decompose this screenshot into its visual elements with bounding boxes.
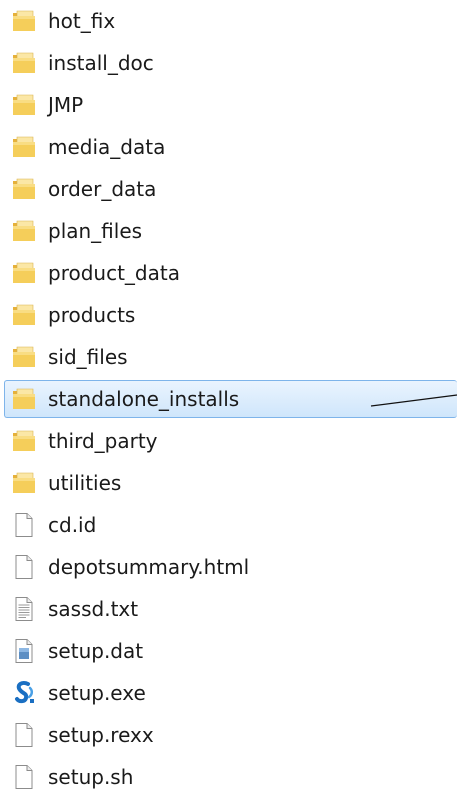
file-list-item[interactable]: sassd.txt bbox=[4, 590, 457, 628]
file-name: third_party bbox=[48, 429, 158, 453]
folder-icon bbox=[11, 218, 37, 244]
data-file-icon bbox=[11, 638, 37, 664]
text-file-icon bbox=[11, 596, 37, 622]
folder-icon bbox=[11, 176, 37, 202]
file-name: install_doc bbox=[48, 51, 154, 75]
file-name: sid_files bbox=[48, 345, 128, 369]
file-name: setup.rexx bbox=[48, 723, 154, 747]
file-list-item[interactable]: hot_fix bbox=[4, 2, 457, 40]
file-list-item[interactable]: install_doc bbox=[4, 44, 457, 82]
file-list-item[interactable]: cd.id bbox=[4, 506, 457, 544]
folder-icon bbox=[11, 470, 37, 496]
file-name: sassd.txt bbox=[48, 597, 139, 621]
file-name: cd.id bbox=[48, 513, 97, 537]
file-list-item[interactable]: utilities bbox=[4, 464, 457, 502]
file-name: utilities bbox=[48, 471, 122, 495]
file-name: products bbox=[48, 303, 136, 327]
file-list-item[interactable]: products bbox=[4, 296, 457, 334]
file-name: JMP bbox=[48, 93, 84, 117]
file-list: hot_fix install_doc JMP media_data order… bbox=[0, 0, 457, 798]
file-name: standalone_installs bbox=[48, 387, 240, 411]
file-list-item[interactable]: setup.sh bbox=[4, 758, 457, 796]
folder-icon bbox=[11, 428, 37, 454]
folder-icon bbox=[11, 260, 37, 286]
file-name: depotsummary.html bbox=[48, 555, 250, 579]
file-list-item[interactable]: setup.rexx bbox=[4, 716, 457, 754]
blank-file-icon bbox=[11, 512, 37, 538]
blank-file-icon bbox=[11, 764, 37, 790]
sas-app-icon bbox=[11, 680, 37, 706]
blank-file-icon bbox=[11, 554, 37, 580]
file-name: media_data bbox=[48, 135, 166, 159]
file-name: hot_fix bbox=[48, 9, 116, 33]
file-list-item[interactable]: setup.dat bbox=[4, 632, 457, 670]
file-list-item[interactable]: setup.exe bbox=[4, 674, 457, 712]
folder-icon bbox=[11, 386, 37, 412]
folder-icon bbox=[11, 134, 37, 160]
file-list-item[interactable]: product_data bbox=[4, 254, 457, 292]
file-list-item[interactable]: JMP bbox=[4, 86, 457, 124]
folder-icon bbox=[11, 302, 37, 328]
folder-icon bbox=[11, 344, 37, 370]
file-name: product_data bbox=[48, 261, 180, 285]
file-list-item[interactable]: depotsummary.html bbox=[4, 548, 457, 586]
folder-icon bbox=[11, 50, 37, 76]
blank-file-icon bbox=[11, 722, 37, 748]
file-list-item[interactable]: media_data bbox=[4, 128, 457, 166]
file-list-item[interactable]: order_data bbox=[4, 170, 457, 208]
file-name: setup.dat bbox=[48, 639, 144, 663]
file-list-item[interactable]: plan_files bbox=[4, 212, 457, 250]
file-name: plan_files bbox=[48, 219, 143, 243]
folder-icon bbox=[11, 8, 37, 34]
callout-pointer-line bbox=[370, 394, 457, 407]
file-list-item[interactable]: third_party bbox=[4, 422, 457, 460]
file-list-item[interactable]: sid_files bbox=[4, 338, 457, 376]
file-name: setup.sh bbox=[48, 765, 134, 789]
file-name: order_data bbox=[48, 177, 157, 201]
file-name: setup.exe bbox=[48, 681, 146, 705]
folder-icon bbox=[11, 92, 37, 118]
